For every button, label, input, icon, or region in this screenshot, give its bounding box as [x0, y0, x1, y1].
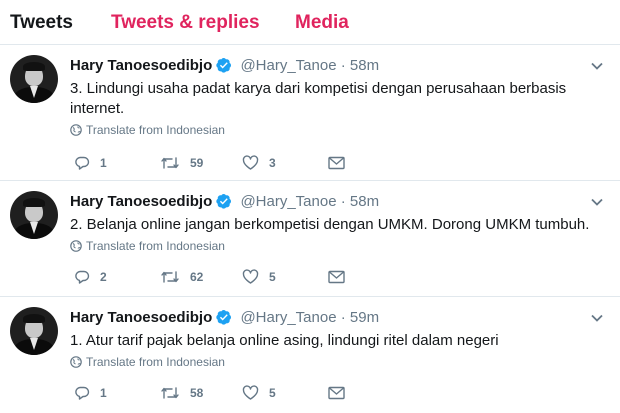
tweet-timestamp[interactable]: 58m — [350, 193, 379, 210]
separator-dot: · — [340, 309, 346, 326]
reply-icon — [75, 156, 90, 170]
tweet-item[interactable]: Hary Tanoesoedibjo @Hary_Tanoe · 58m 2. … — [0, 181, 620, 297]
translate-link[interactable]: Translate from Indonesian — [70, 123, 225, 137]
envelope-icon — [328, 270, 345, 284]
tweet-actions: 1 59 3 — [70, 153, 470, 173]
separator-dot: · — [340, 57, 346, 74]
retweet-icon — [161, 271, 179, 283]
author-name[interactable]: Hary Tanoesoedibjo — [70, 57, 212, 74]
heart-icon — [242, 269, 259, 284]
like-count: 5 — [269, 270, 276, 284]
author-handle[interactable]: @Hary_Tanoe — [240, 193, 336, 210]
heart-icon — [242, 385, 259, 400]
tweet-text: 2. Belanja online jangan berkompetisi de… — [70, 216, 590, 233]
tweet-header: Hary Tanoesoedibjo @Hary_Tanoe · 58m — [70, 193, 379, 213]
author-name[interactable]: Hary Tanoesoedibjo — [70, 309, 212, 326]
reply-count: 1 — [100, 386, 107, 400]
retweet-count: 58 — [190, 386, 204, 400]
reply-button[interactable]: 2 — [74, 267, 107, 287]
translate-label: Translate from Indonesian — [86, 355, 225, 369]
retweet-button[interactable]: 58 — [160, 383, 203, 403]
like-count: 3 — [269, 156, 276, 170]
retweet-button[interactable]: 62 — [160, 267, 203, 287]
reply-icon — [75, 270, 90, 284]
profile-tabs: Tweets Tweets & replies Media — [0, 0, 620, 44]
tab-media[interactable]: Media — [295, 12, 349, 34]
like-button[interactable]: 3 — [242, 153, 276, 173]
like-button[interactable]: 5 — [242, 267, 276, 287]
tweet-timestamp[interactable]: 58m — [350, 57, 379, 74]
envelope-icon — [328, 156, 345, 170]
avatar[interactable] — [10, 307, 58, 355]
reply-button[interactable]: 1 — [74, 153, 107, 173]
reply-icon — [75, 386, 90, 400]
envelope-icon — [328, 386, 345, 400]
tab-tweets[interactable]: Tweets — [10, 12, 73, 34]
tweet-timestamp[interactable]: 59m — [350, 309, 379, 326]
translate-label: Translate from Indonesian — [86, 239, 225, 253]
tweet-item[interactable]: Hary Tanoesoedibjo @Hary_Tanoe · 59m 1. … — [0, 297, 620, 413]
translate-label: Translate from Indonesian — [86, 123, 225, 137]
tweet-text: 3. Lindungi usaha padat karya dari kompe… — [70, 80, 567, 117]
verified-badge-icon — [216, 58, 232, 73]
avatar[interactable] — [10, 55, 58, 103]
retweet-count: 62 — [190, 270, 204, 284]
retweet-button[interactable]: 59 — [160, 153, 203, 173]
retweet-count: 59 — [190, 156, 204, 170]
translate-link[interactable]: Translate from Indonesian — [70, 239, 225, 253]
reply-button[interactable]: 1 — [74, 383, 107, 403]
tweet-item[interactable]: Hary Tanoesoedibjo @Hary_Tanoe · 58m 3. … — [0, 45, 620, 181]
retweet-icon — [161, 387, 179, 399]
author-handle[interactable]: @Hary_Tanoe — [240, 309, 336, 326]
direct-message-button[interactable] — [328, 153, 345, 173]
direct-message-button[interactable] — [328, 267, 345, 287]
reply-count: 1 — [100, 156, 107, 170]
heart-icon — [242, 155, 259, 170]
translate-link[interactable]: Translate from Indonesian — [70, 355, 225, 369]
tweet-header: Hary Tanoesoedibjo @Hary_Tanoe · 59m — [70, 309, 379, 329]
separator-dot: · — [340, 193, 346, 210]
globe-icon — [70, 124, 82, 136]
like-button[interactable]: 5 — [242, 383, 276, 403]
retweet-icon — [161, 157, 179, 169]
reply-count: 2 — [100, 270, 107, 284]
tab-tweets-and-replies[interactable]: Tweets & replies — [111, 12, 260, 34]
tweet-actions: 2 62 5 — [70, 267, 470, 287]
chevron-down-icon[interactable] — [590, 195, 604, 209]
tweet-text: 1. Atur tarif pajak belanja online asing… — [70, 332, 499, 349]
tweet-actions: 1 58 5 — [70, 383, 470, 403]
like-count: 5 — [269, 386, 276, 400]
chevron-down-icon[interactable] — [590, 311, 604, 325]
tweet-timeline: Hary Tanoesoedibjo @Hary_Tanoe · 58m 3. … — [0, 44, 620, 413]
globe-icon — [70, 240, 82, 252]
verified-badge-icon — [216, 194, 232, 209]
avatar[interactable] — [10, 191, 58, 239]
author-handle[interactable]: @Hary_Tanoe — [240, 57, 336, 74]
author-name[interactable]: Hary Tanoesoedibjo — [70, 193, 212, 210]
direct-message-button[interactable] — [328, 383, 345, 403]
chevron-down-icon[interactable] — [590, 59, 604, 73]
tweet-header: Hary Tanoesoedibjo @Hary_Tanoe · 58m — [70, 57, 379, 77]
globe-icon — [70, 356, 82, 368]
verified-badge-icon — [216, 310, 232, 325]
